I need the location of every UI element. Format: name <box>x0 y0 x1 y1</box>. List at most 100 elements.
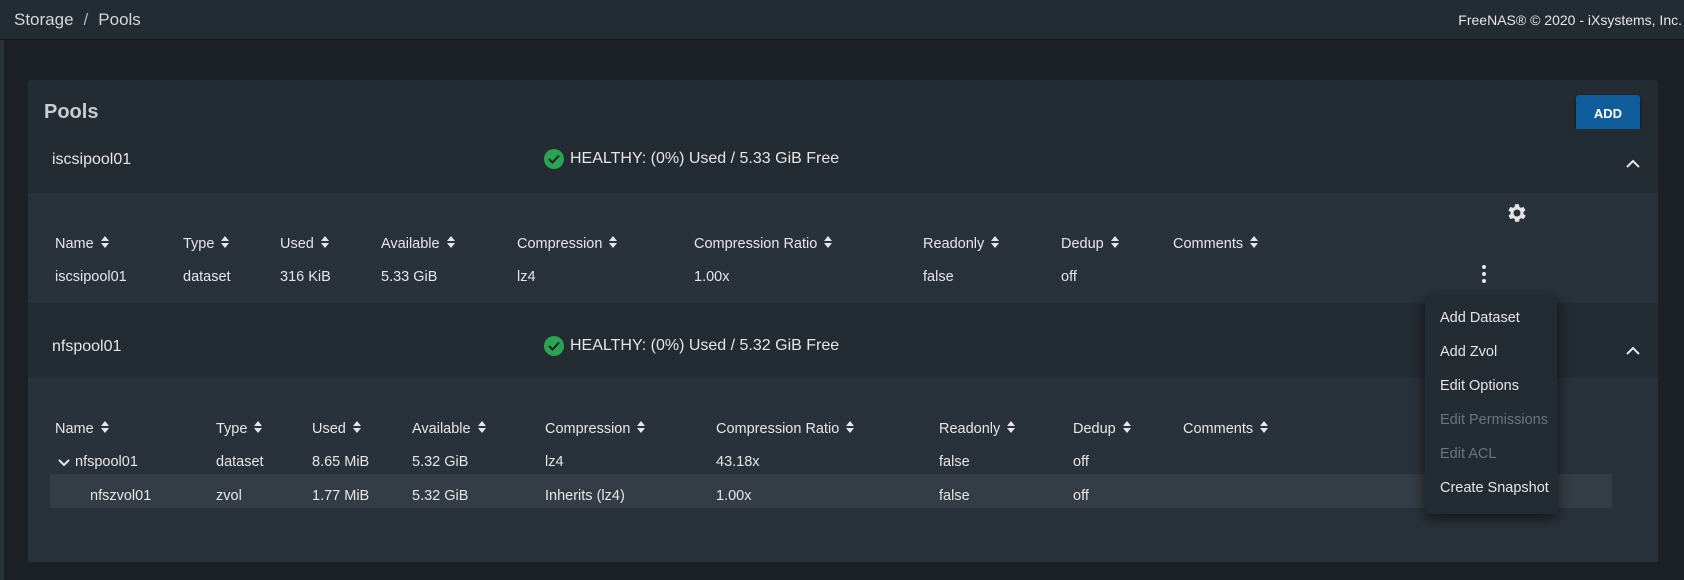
column-header-type[interactable]: Type <box>183 236 230 252</box>
column-header-label: Name <box>55 236 94 252</box>
more-vert-icon[interactable] <box>1479 263 1489 285</box>
copyright-text: FreeNAS® © 2020 - iXsystems, Inc. <box>1458 12 1682 28</box>
dataset-actions-menu: Add Dataset Add Zvol Edit Options Edit P… <box>1425 296 1557 514</box>
column-header-label: Available <box>381 236 440 252</box>
top-bar: Storage / Pools FreeNAS® © 2020 - iXsystem… <box>0 0 1684 40</box>
table-row-selected[interactable] <box>50 474 1612 508</box>
sort-icon <box>1007 421 1016 437</box>
sort-icon <box>991 236 1000 252</box>
column-header-comments[interactable]: Comments <box>1183 421 1269 437</box>
pool-name: nfspool01 <box>52 338 122 355</box>
cell-name: iscsipool01 <box>55 269 127 285</box>
column-header-comments[interactable]: Comments <box>1173 236 1259 252</box>
pool-status: HEALTHY: (0%) Used / 5.33 GiB Free <box>544 149 839 169</box>
cell-dedup: off <box>1073 454 1089 470</box>
sort-icon <box>609 236 618 252</box>
cell-readonly: false <box>923 269 954 285</box>
sort-icon <box>1122 421 1131 437</box>
column-header-label: Comments <box>1183 421 1254 437</box>
column-header-label: Comments <box>1173 236 1244 252</box>
cell-type: dataset <box>183 269 231 285</box>
column-header-label: Used <box>312 421 346 437</box>
sort-icon <box>637 421 646 437</box>
column-header-dedup[interactable]: Dedup <box>1061 236 1119 252</box>
column-header-readonly[interactable]: Readonly <box>923 236 1000 252</box>
sort-icon <box>1250 236 1259 252</box>
menu-item-create-snapshot[interactable]: Create Snapshot <box>1440 480 1549 496</box>
cell-compression-ratio: 1.00x <box>694 269 730 285</box>
cell-available: 5.33 GiB <box>381 269 438 285</box>
sort-icon <box>1260 421 1269 437</box>
menu-item-edit-permissions: Edit Permissions <box>1440 412 1548 428</box>
pool-status: HEALTHY: (0%) Used / 5.32 GiB Free <box>544 336 839 356</box>
column-header-label: Used <box>280 236 314 252</box>
column-header-available[interactable]: Available <box>381 236 455 252</box>
sort-icon <box>254 421 263 437</box>
column-header-label: Compression <box>545 421 631 437</box>
chevron-down-icon[interactable] <box>58 455 70 471</box>
breadcrumb-storage[interactable]: Storage <box>14 10 74 29</box>
pool-header-iscsipool01: iscsipool01 HEALTHY: (0%) Used / 5.33 Gi… <box>28 129 1658 193</box>
menu-item-add-zvol[interactable]: Add Zvol <box>1440 344 1497 360</box>
menu-item-edit-options[interactable]: Edit Options <box>1440 378 1519 394</box>
cell-compression-ratio: 43.18x <box>716 454 760 470</box>
column-header-label: Dedup <box>1061 236 1104 252</box>
column-header-label: Compression Ratio <box>694 236 818 252</box>
column-header-label: Readonly <box>923 236 985 252</box>
cell-type: zvol <box>216 488 242 504</box>
column-header-name[interactable]: Name <box>55 236 109 252</box>
sort-icon <box>320 236 329 252</box>
cell-used: 8.65 MiB <box>312 454 370 470</box>
chevron-up-icon[interactable] <box>1623 153 1643 173</box>
column-header-label: Available <box>412 421 471 437</box>
column-header-used[interactable]: Used <box>312 421 361 437</box>
sidebar-edge <box>0 40 4 580</box>
column-header-compression-ratio[interactable]: Compression Ratio <box>694 236 833 252</box>
pool-body-nfspool01: Name Type Used Available Compression Com… <box>28 378 1658 562</box>
pool-status-text: HEALTHY: (0%) Used / 5.32 GiB Free <box>570 337 840 354</box>
pool-name: iscsipool01 <box>52 151 132 168</box>
breadcrumb: Storage / Pools <box>14 10 141 30</box>
gear-icon[interactable] <box>1504 201 1528 225</box>
menu-item-add-dataset[interactable]: Add Dataset <box>1440 310 1520 326</box>
add-pool-button[interactable]: ADD <box>1576 95 1640 131</box>
column-header-available[interactable]: Available <box>412 421 486 437</box>
cell-compression: lz4 <box>517 269 536 285</box>
page-title: Pools <box>44 101 99 123</box>
sort-icon <box>477 421 486 437</box>
check-circle-icon <box>544 149 564 169</box>
cell-dedup: off <box>1061 269 1077 285</box>
column-header-used[interactable]: Used <box>280 236 329 252</box>
breadcrumb-pools: Pools <box>98 10 141 29</box>
breadcrumb-separator: / <box>83 10 89 29</box>
chevron-up-icon[interactable] <box>1623 340 1643 360</box>
column-header-label: Compression <box>517 236 603 252</box>
cell-type: dataset <box>216 454 264 470</box>
column-header-label: Type <box>216 421 248 437</box>
column-header-compression[interactable]: Compression <box>517 236 618 252</box>
menu-item-edit-acl: Edit ACL <box>1440 446 1497 462</box>
column-header-name[interactable]: Name <box>55 421 109 437</box>
sort-icon <box>446 236 455 252</box>
cell-compression: lz4 <box>545 454 564 470</box>
column-header-readonly[interactable]: Readonly <box>939 421 1016 437</box>
sort-icon <box>100 421 109 437</box>
pool-status-text: HEALTHY: (0%) Used / 5.33 GiB Free <box>570 150 840 167</box>
column-header-compression-ratio[interactable]: Compression Ratio <box>716 421 855 437</box>
cell-readonly: false <box>939 454 970 470</box>
pool-body-iscsipool01: Name Type Used Available Compression Com… <box>28 193 1658 303</box>
cell-name: nfspool01 <box>75 454 138 470</box>
column-header-compression[interactable]: Compression <box>545 421 646 437</box>
pool-header-nfspool01: nfspool01 HEALTHY: (0%) Used / 5.32 GiB … <box>28 318 1658 378</box>
sort-icon <box>352 421 361 437</box>
column-header-dedup[interactable]: Dedup <box>1073 421 1131 437</box>
column-header-label: Readonly <box>939 421 1001 437</box>
column-header-label: Type <box>183 236 215 252</box>
cell-dedup: off <box>1073 488 1089 504</box>
cell-available: 5.32 GiB <box>412 454 469 470</box>
sort-icon <box>824 236 833 252</box>
cell-compression: Inherits (lz4) <box>545 488 625 504</box>
column-header-label: Dedup <box>1073 421 1116 437</box>
column-header-type[interactable]: Type <box>216 421 263 437</box>
pools-card: Pools ADD iscsipool01 HEALTHY: (0%) Used… <box>28 80 1658 562</box>
